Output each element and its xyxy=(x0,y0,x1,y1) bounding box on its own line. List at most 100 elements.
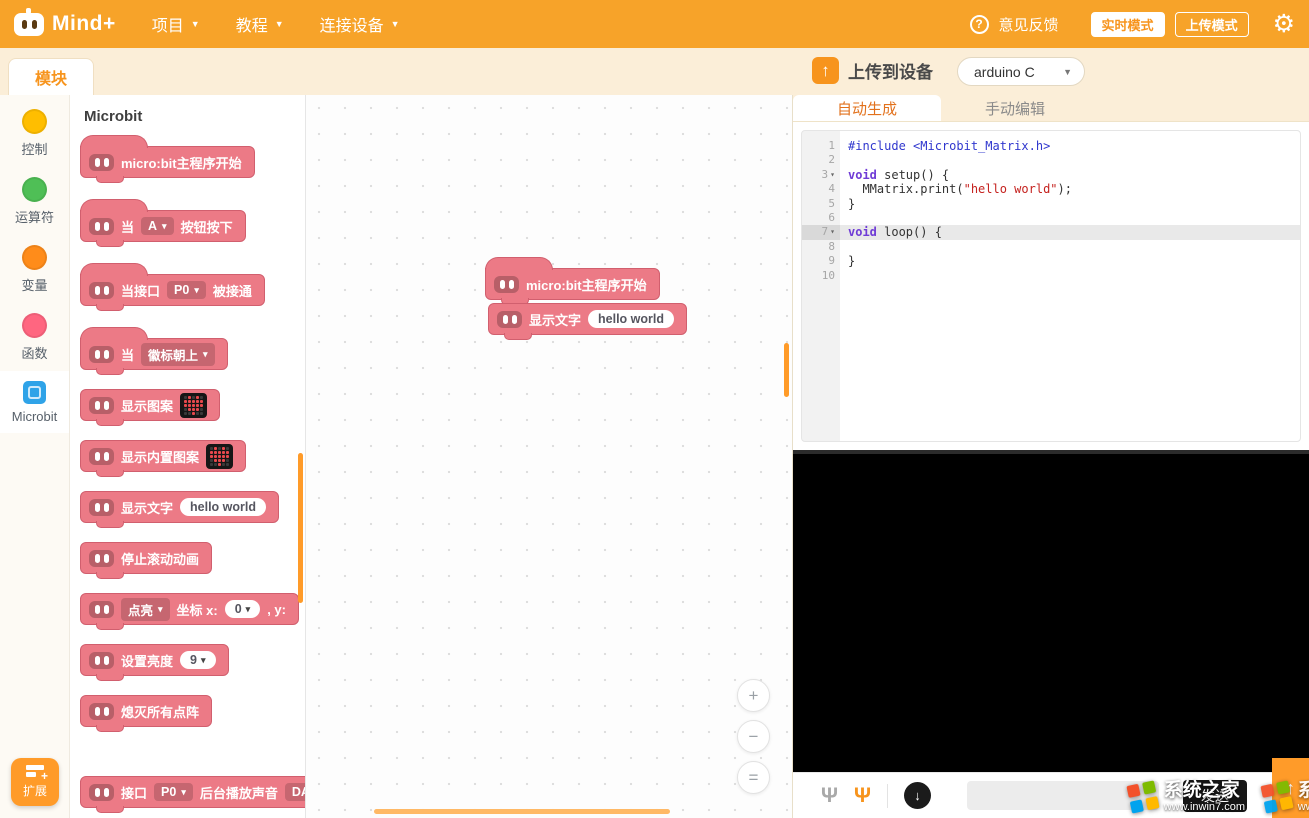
microbit-face-icon xyxy=(89,218,114,235)
usb-connected-icon[interactable]: Ψ xyxy=(854,785,871,806)
realtime-mode-button[interactable]: 实时模式 xyxy=(1091,12,1165,37)
code-line[interactable]: 1#include <Microbit_Matrix.h> xyxy=(802,139,1300,153)
block-label: 显示文字 xyxy=(529,310,581,329)
stack-block[interactable]: 熄灭所有点阵 xyxy=(80,695,212,727)
microbit-face-icon xyxy=(89,346,114,363)
canvas-vertical-scrollbar[interactable] xyxy=(784,343,789,397)
microbit-face-icon xyxy=(89,703,114,720)
main-menu: 项目 ▼ 教程 ▼ 连接设备 ▼ xyxy=(152,12,400,36)
feedback-link[interactable]: 意见反馈 xyxy=(999,14,1059,35)
microbit-chip-icon xyxy=(23,381,46,404)
code-line[interactable]: 7▾void loop() { xyxy=(802,225,1300,239)
block-text-input[interactable]: hello world xyxy=(180,498,266,516)
canvas-horizontal-scrollbar[interactable] xyxy=(374,809,670,814)
block-number-dropdown[interactable]: 0▾ xyxy=(225,600,260,618)
stack-block[interactable]: 显示内置图案 xyxy=(80,440,246,472)
microbit-face-icon xyxy=(89,601,114,618)
menu-tutorial[interactable]: 教程 ▼ xyxy=(236,12,284,36)
code-line[interactable]: 4 MMatrix.print("hello world"); xyxy=(802,182,1300,196)
send-button[interactable]: 发送 xyxy=(1183,780,1247,812)
extension-button[interactable]: + 扩展 xyxy=(11,758,59,806)
fold-caret-icon[interactable]: ▾ xyxy=(830,225,835,239)
block-dropdown[interactable]: 点亮▾ xyxy=(121,598,170,621)
block-dropdown[interactable]: 徽标朝上▾ xyxy=(141,343,215,366)
divider xyxy=(887,784,888,808)
block-dropdown[interactable]: P0▾ xyxy=(167,281,206,299)
microbit-face-icon xyxy=(89,784,114,801)
led-matrix-icon[interactable] xyxy=(206,444,233,469)
microbit-face-icon xyxy=(89,550,114,567)
code-lines: 1#include <Microbit_Matrix.h>23▾void set… xyxy=(802,139,1300,283)
workspace-canvas[interactable]: micro:bit主程序开始显示文字 hello world + − = xyxy=(306,95,792,818)
upload-mode-button[interactable]: 上传模式 xyxy=(1175,12,1249,37)
palette-scrollbar[interactable] xyxy=(298,453,303,603)
clear-serial-button[interactable]: ↑ xyxy=(1272,758,1309,818)
code-line[interactable]: 6 xyxy=(802,211,1300,225)
code-line[interactable]: 10 xyxy=(802,269,1300,283)
app-logo[interactable]: Mind+ xyxy=(14,12,116,36)
block-label: 接口 xyxy=(121,783,147,802)
block-label: 显示图案 xyxy=(121,396,173,415)
scroll-to-bottom-button[interactable]: ↓ xyxy=(904,782,931,809)
hat-block[interactable]: micro:bit主程序开始 xyxy=(80,146,255,178)
zoom-in-button[interactable]: + xyxy=(737,679,770,712)
stack-block[interactable]: 停止滚动动画 xyxy=(80,542,212,574)
category-functions[interactable]: 函数 xyxy=(0,303,69,371)
zoom-reset-button[interactable]: = xyxy=(737,761,770,794)
menu-project[interactable]: 项目 ▼ xyxy=(152,12,200,36)
chevron-down-icon: ▾ xyxy=(194,285,199,296)
tab-manual-edit[interactable]: 手动编辑 xyxy=(941,95,1089,121)
microbit-face-icon xyxy=(89,282,114,299)
line-number: 8 xyxy=(802,240,840,254)
help-icon[interactable]: ? xyxy=(970,15,989,34)
hat-block[interactable]: 当A▾按钮按下 xyxy=(80,210,246,242)
menu-connect-device[interactable]: 连接设备 ▼ xyxy=(320,12,400,36)
subheader: 模块 ↑ 上传到设备 arduino C ▼ xyxy=(0,48,1309,95)
gear-icon[interactable]: ⚙ xyxy=(1273,12,1295,37)
block-label: 按钮按下 xyxy=(181,217,233,236)
category-variables[interactable]: 变量 xyxy=(0,235,69,303)
serial-input[interactable] xyxy=(967,781,1159,810)
usb-disconnected-icon[interactable]: Ψ xyxy=(821,785,838,806)
stack-block[interactable]: 显示图案 xyxy=(80,389,220,421)
code-editor[interactable]: 1#include <Microbit_Matrix.h>23▾void set… xyxy=(801,130,1301,442)
hat-block[interactable]: 当接口P0▾被接通 xyxy=(80,274,265,306)
category-control[interactable]: 控制 xyxy=(0,99,69,167)
stack-block[interactable]: 显示文字hello world xyxy=(80,491,279,523)
category-operators[interactable]: 运算符 xyxy=(0,167,69,235)
block-dropdown[interactable]: A▾ xyxy=(141,217,174,235)
serial-monitor[interactable] xyxy=(793,450,1309,772)
stack-block[interactable]: 点亮▾坐标 x:0▾, y: xyxy=(80,593,299,625)
code-line[interactable]: 3▾void setup() { xyxy=(802,168,1300,182)
chevron-down-icon: ▾ xyxy=(203,349,208,360)
code-line[interactable]: 5} xyxy=(802,197,1300,211)
line-number: 2 xyxy=(802,153,840,167)
microbit-face-icon xyxy=(89,448,114,465)
upload-icon: ↑ xyxy=(812,57,839,84)
hat-block[interactable]: 当徽标朝上▾ xyxy=(80,338,228,370)
chevron-down-icon: ▾ xyxy=(181,787,186,798)
tab-auto-generate[interactable]: 自动生成 xyxy=(793,95,941,121)
code-line[interactable]: 9} xyxy=(802,254,1300,268)
block-dropdown[interactable]: P0▾ xyxy=(154,783,193,801)
category-microbit[interactable]: Microbit xyxy=(0,371,69,433)
block-text-input[interactable]: hello world xyxy=(588,310,674,328)
led-matrix-icon[interactable] xyxy=(180,393,207,418)
code-line[interactable]: 2 xyxy=(802,153,1300,167)
upload-to-device-button[interactable]: ↑ 上传到设备 xyxy=(812,57,933,84)
block-label: 当接口 xyxy=(121,281,160,300)
stack-block[interactable]: 设置亮度 9▾ xyxy=(80,644,229,676)
block-dropdown[interactable]: DA▾ xyxy=(285,783,306,801)
device-language-select[interactable]: arduino C ▼ xyxy=(957,57,1085,86)
chevron-down-icon: ▼ xyxy=(391,19,400,29)
zoom-out-button[interactable]: − xyxy=(737,720,770,753)
stack-block[interactable]: 接口P0▾后台播放声音DA▾ xyxy=(80,776,306,808)
module-tab[interactable]: 模块 xyxy=(8,58,94,95)
code-line[interactable]: 8 xyxy=(802,240,1300,254)
block-number-dropdown[interactable]: 9▾ xyxy=(180,651,215,669)
block-label: 设置亮度 xyxy=(121,651,173,670)
hat-block[interactable]: micro:bit主程序开始 xyxy=(485,268,660,300)
fold-caret-icon[interactable]: ▾ xyxy=(830,168,835,182)
stack-block[interactable]: 显示文字 hello world xyxy=(488,303,687,335)
line-number: 4 xyxy=(802,182,840,196)
